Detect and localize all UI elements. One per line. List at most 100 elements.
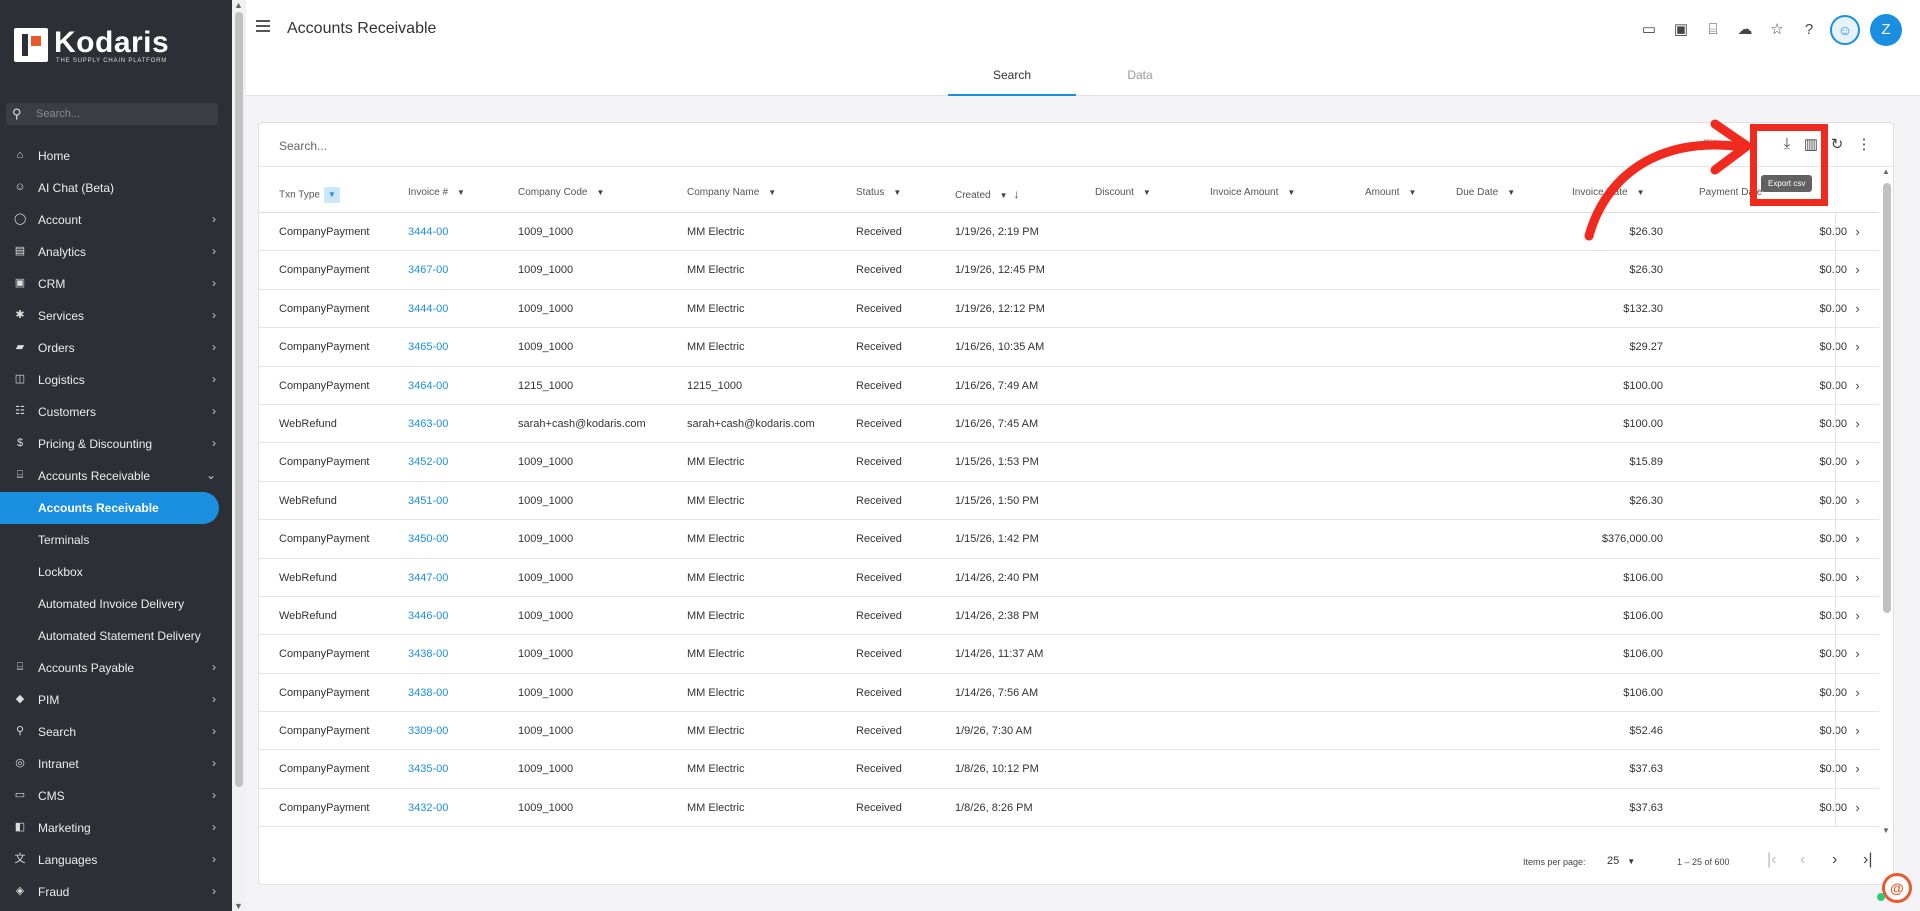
invoice-link[interactable]: 3309-00	[408, 725, 448, 737]
card-check-icon[interactable]: ▭	[1638, 19, 1660, 41]
row-chevron-right-icon[interactable]: ›	[1835, 366, 1879, 405]
row-chevron-right-icon[interactable]: ›	[1835, 635, 1879, 674]
scroll-up-icon[interactable]: ▲	[1882, 167, 1890, 176]
row-chevron-right-icon[interactable]: ›	[1835, 481, 1879, 520]
invoice-link[interactable]: 3444-00	[408, 303, 448, 315]
table-row[interactable]: WebRefund 3451-00 1009_1000 MM Electric Rece…	[259, 481, 1879, 521]
table-row[interactable]: CompanyPayment 3452-00 1009_1000 MM Electri…	[259, 443, 1879, 482]
scroll-down-icon[interactable]: ▼	[234, 901, 243, 911]
sidebar-item-account[interactable]: ◯ Account ›	[0, 204, 232, 236]
help-icon[interactable]: ?	[1798, 19, 1820, 41]
row-chevron-right-icon[interactable]: ›	[1835, 289, 1879, 328]
table-row[interactable]: CompanyPayment 3467-00 1009_1000 MM Electri…	[259, 251, 1879, 290]
row-chevron-right-icon[interactable]: ›	[1835, 251, 1879, 290]
sidebar-item-pim[interactable]: ◆ PIM ›	[0, 684, 232, 716]
table-scrollbar[interactable]: ▲ ▼	[1881, 167, 1893, 835]
table-row[interactable]: WebRefund 3447-00 1009_1000 MM Electric Rece…	[259, 558, 1879, 597]
tab-search[interactable]: Search	[948, 58, 1076, 96]
sidebar-item-languages[interactable]: 文 Languages ›	[0, 844, 232, 876]
sidebar-item-services[interactable]: ✱ Services ›	[0, 300, 232, 332]
invoice-link[interactable]: 3447-00	[408, 572, 448, 584]
row-chevron-right-icon[interactable]: ›	[1835, 520, 1879, 559]
table-row[interactable]: CompanyPayment 3450-00 1009_1000 MM Electri…	[259, 520, 1879, 559]
scroll-down-icon[interactable]: ▼	[1882, 826, 1890, 835]
sidebar-item-orders[interactable]: ▰ Orders ›	[0, 332, 232, 364]
col-company-code[interactable]: Company Code ▼	[518, 187, 604, 198]
row-chevron-right-icon[interactable]: ›	[1835, 213, 1879, 251]
table-row[interactable]: CompanyPayment 3438-00 1009_1000 MM Electri…	[259, 673, 1879, 713]
table-row[interactable]: CompanyPayment 3432-00 1009_1000 MM Electri…	[259, 788, 1879, 828]
invoice-link[interactable]: 3467-00	[408, 264, 448, 276]
table-row[interactable]: CompanyPayment 3309-00 1009_1000 MM Electri…	[259, 712, 1879, 751]
col-discount[interactable]: Discount ▼	[1095, 187, 1151, 198]
col-created[interactable]: Created ▼ ↓	[955, 187, 1020, 201]
sidebar-item-ai-chat-beta-[interactable]: ☺ AI Chat (Beta)	[0, 172, 232, 204]
sidebar-item-intranet[interactable]: ◎ Intranet ›	[0, 748, 232, 780]
kodaris-logo[interactable]: Kodaris THE SUPPLY CHAIN PLATFORM	[14, 26, 214, 66]
table-row[interactable]: CompanyPayment 3464-00 1215_1000 1215_1000 R…	[259, 366, 1879, 405]
invoice-link[interactable]: 3444-00	[408, 226, 448, 238]
sidebar-item-search[interactable]: ⚲ Search ›	[0, 716, 232, 748]
invoice-link[interactable]: 3432-00	[408, 802, 448, 814]
invoice-link[interactable]: 3446-00	[408, 610, 448, 622]
table-search-input[interactable]: Search...	[279, 139, 327, 153]
sidebar-subitem-automated-invoice-delivery[interactable]: Automated Invoice Delivery	[0, 588, 232, 620]
wallet-icon[interactable]: ▣	[1670, 19, 1692, 41]
sidebar-subitem-lockbox[interactable]: Lockbox	[0, 556, 232, 588]
sidebar-scrollbar[interactable]: ▲ ▼	[232, 0, 246, 911]
chevron-down-icon[interactable]: ▼	[1143, 188, 1151, 197]
invoice-link[interactable]: 3451-00	[408, 495, 448, 507]
sidebar-item-customers[interactable]: ☷ Customers ›	[0, 396, 232, 428]
invoice-link[interactable]: 3438-00	[408, 648, 448, 660]
bank-icon[interactable]: ⌸	[1702, 19, 1724, 41]
chat-launcher-icon[interactable]: @	[1882, 873, 1912, 903]
row-chevron-right-icon[interactable]: ›	[1835, 712, 1879, 751]
sidebar-item-pricing-discounting[interactable]: $ Pricing & Discounting ›	[0, 428, 232, 460]
items-per-page-select[interactable]: 25 ▼	[1607, 855, 1635, 867]
chevron-down-icon[interactable]: ▼	[893, 188, 901, 197]
sidebar-item-marketing[interactable]: ◧ Marketing ›	[0, 812, 232, 844]
table-row[interactable]: CompanyPayment 3444-00 1009_1000 MM Electri…	[259, 289, 1879, 329]
row-chevron-right-icon[interactable]: ›	[1835, 750, 1879, 789]
col-invoice-number[interactable]: Invoice # ▼	[408, 187, 465, 198]
invoice-link[interactable]: 3463-00	[408, 418, 448, 430]
sort-desc-icon[interactable]: ↓	[1014, 187, 1020, 201]
sidebar-subitem-automated-statement-delivery[interactable]: Automated Statement Delivery	[0, 620, 232, 652]
sidebar-subitem-accounts-receivable[interactable]: Accounts Receivable	[0, 492, 219, 524]
col-amount[interactable]: Amount ▼	[1365, 187, 1416, 198]
chevron-down-icon[interactable]: ▼	[1408, 188, 1416, 197]
sidebar-item-analytics[interactable]: ▤ Analytics ›	[0, 236, 232, 268]
invoice-link[interactable]: 3452-00	[408, 456, 448, 468]
bot-icon[interactable]: ☺	[1830, 15, 1860, 45]
table-scroll-thumb[interactable]	[1883, 183, 1891, 613]
invoice-link[interactable]: 3465-00	[408, 341, 448, 353]
sidebar-item-home[interactable]: ⌂ Home	[0, 140, 232, 172]
table-row[interactable]: WebRefund 3463-00 sarah+cash@kodaris.com sa…	[259, 404, 1879, 444]
row-chevron-right-icon[interactable]: ›	[1835, 328, 1879, 367]
row-chevron-right-icon[interactable]: ›	[1835, 788, 1879, 827]
avatar[interactable]: Z	[1870, 14, 1902, 46]
chevron-down-icon[interactable]: ▼	[1287, 188, 1295, 197]
chevron-down-icon[interactable]: ▼	[457, 188, 465, 197]
invoice-link[interactable]: 3464-00	[408, 380, 448, 392]
table-row[interactable]: CompanyPayment 3435-00 1009_1000 MM Electri…	[259, 750, 1879, 789]
scroll-up-icon[interactable]: ▲	[234, 0, 243, 10]
col-status[interactable]: Status ▼	[856, 187, 901, 198]
invoice-link[interactable]: 3450-00	[408, 533, 448, 545]
prev-page-icon[interactable]: ‹	[1800, 851, 1805, 869]
cloud-download-icon[interactable]: ☁	[1734, 19, 1756, 41]
chevron-down-icon[interactable]: ▼	[1000, 191, 1008, 200]
chevron-down-icon[interactable]: ▼	[596, 188, 604, 197]
chevron-down-icon[interactable]: ▼	[1507, 188, 1515, 197]
row-chevron-right-icon[interactable]: ›	[1835, 443, 1879, 482]
invoice-link[interactable]: 3435-00	[408, 763, 448, 775]
sidebar-item-fraud[interactable]: ◈ Fraud ›	[0, 876, 232, 908]
col-company-name[interactable]: Company Name ▼	[687, 187, 776, 198]
chevron-down-icon[interactable]: ▼	[768, 188, 776, 197]
invoice-link[interactable]: 3438-00	[408, 687, 448, 699]
sidebar-item-crm[interactable]: ▣ CRM ›	[0, 268, 232, 300]
menu-icon[interactable]	[256, 20, 270, 32]
table-row[interactable]: CompanyPayment 3465-00 1009_1000 MM Electri…	[259, 328, 1879, 367]
sidebar-scroll-thumb[interactable]	[235, 12, 243, 787]
row-chevron-right-icon[interactable]: ›	[1835, 558, 1879, 597]
